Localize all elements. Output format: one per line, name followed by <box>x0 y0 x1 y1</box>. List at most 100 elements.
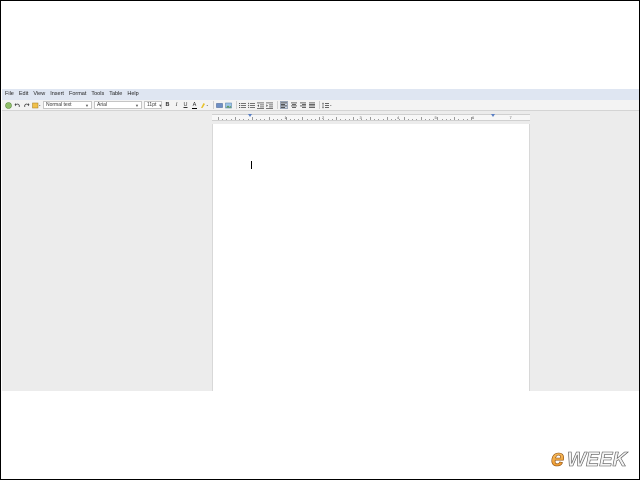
ruler-tick <box>424 118 426 120</box>
ruler-tick <box>336 117 338 120</box>
ruler-number: 4 <box>397 115 400 120</box>
menu-file[interactable]: File <box>5 89 14 100</box>
text-color-button[interactable]: A <box>191 101 198 109</box>
increase-indent-button[interactable] <box>266 101 273 109</box>
horizontal-ruler[interactable]: 1 2 3 4 5 6 7 <box>212 114 530 121</box>
ruler-tick <box>458 118 460 120</box>
ruler-tick <box>255 118 257 120</box>
print-button[interactable] <box>32 101 41 109</box>
line-spacing-icon <box>322 102 332 108</box>
decrease-indent-button[interactable] <box>257 101 264 109</box>
align-center-button[interactable] <box>290 101 297 109</box>
ruler-number: 3 <box>359 115 362 120</box>
ruler-tick <box>243 118 245 120</box>
chevron-down-icon: ▼ <box>135 102 139 108</box>
menu-view[interactable]: View <box>33 89 45 100</box>
text-cursor <box>251 161 252 169</box>
toolbar-separator <box>213 101 214 109</box>
ruler-tick <box>445 118 447 120</box>
ruler-tick <box>247 118 249 120</box>
ruler-tick <box>251 117 253 120</box>
menu-tools[interactable]: Tools <box>91 89 104 100</box>
bulleted-list-icon <box>248 102 255 108</box>
ruler-number: 2 <box>322 115 325 120</box>
font-size-select[interactable]: 11pt ▼ <box>144 101 162 109</box>
save-icon <box>5 101 12 109</box>
text-color-swatch <box>192 107 197 109</box>
ruler-tick <box>289 118 291 120</box>
bulleted-list-button[interactable] <box>248 101 255 109</box>
ruler-tick <box>462 118 464 120</box>
ruler-tick <box>390 118 392 120</box>
ruler-tick <box>386 117 388 120</box>
paragraph-style-select[interactable]: Normal text ▼ <box>43 101 92 109</box>
paragraph-style-value: Normal text <box>46 102 72 108</box>
ruler-tick <box>218 117 219 120</box>
highlight-color-button[interactable] <box>200 101 209 109</box>
right-indent-marker[interactable] <box>491 114 495 117</box>
menu-edit[interactable]: Edit <box>19 89 28 100</box>
menu-help[interactable]: Help <box>127 89 138 100</box>
ruler-tick <box>302 117 304 120</box>
line-spacing-button[interactable] <box>322 101 332 109</box>
ruler-tick <box>403 117 405 120</box>
image-icon <box>225 102 232 108</box>
toolbar-separator <box>277 101 278 109</box>
insert-link-button[interactable] <box>216 101 223 109</box>
ruler-tick <box>441 118 443 120</box>
ruler-tick <box>369 117 371 120</box>
menu-bar: File Edit View Insert Format Tools Table… <box>2 89 639 100</box>
numbered-list-button[interactable] <box>239 101 246 109</box>
menu-insert[interactable]: Insert <box>50 89 64 100</box>
ruler-tick <box>230 118 232 120</box>
indent-icon <box>266 102 273 109</box>
menu-format[interactable]: Format <box>69 89 86 100</box>
bold-button[interactable]: B <box>164 101 171 109</box>
undo-button[interactable] <box>14 101 21 109</box>
ruler-tick <box>340 118 342 120</box>
ruler-tick <box>365 118 367 120</box>
ruler-number: 6 <box>472 115 475 120</box>
document-page[interactable] <box>212 124 530 391</box>
link-icon <box>216 102 223 108</box>
redo-button[interactable] <box>23 101 30 109</box>
ruler-number: 7 <box>509 115 512 120</box>
align-left-icon <box>281 102 287 108</box>
ruler-number: 1 <box>284 115 287 120</box>
toolbar-separator <box>236 101 237 109</box>
align-right-button[interactable] <box>299 101 306 109</box>
font-size-value: 11pt <box>147 102 157 108</box>
print-icon <box>32 102 41 108</box>
ruler-tick <box>239 118 241 120</box>
ruler-tick <box>382 118 384 120</box>
menu-table[interactable]: Table <box>109 89 122 100</box>
ruler-tick <box>450 118 452 120</box>
italic-button[interactable]: I <box>173 101 180 109</box>
font-family-select[interactable]: Arial ▼ <box>94 101 142 109</box>
ruler-tick <box>277 118 279 120</box>
ruler-tick <box>281 118 283 120</box>
ruler-tick <box>310 118 312 120</box>
ruler-tick <box>378 118 380 120</box>
screenshot-frame: File Edit View Insert Format Tools Table… <box>1 1 639 479</box>
ruler-tick <box>344 118 346 120</box>
formatting-toolbar: Normal text ▼ Arial ▼ 11pt ▼ B I U A <box>2 100 639 111</box>
underline-button[interactable]: U <box>182 101 189 109</box>
insert-image-button[interactable] <box>225 101 232 109</box>
chevron-down-icon: ▼ <box>85 102 89 108</box>
chevron-down-icon: ▼ <box>158 102 163 108</box>
highlighter-icon <box>201 102 208 108</box>
save-button[interactable] <box>5 101 12 109</box>
svg-text:e: e <box>551 445 564 472</box>
redo-icon <box>24 102 30 107</box>
ruler-tick <box>234 117 236 120</box>
ruler-tick <box>331 118 333 120</box>
ruler-tick <box>416 118 418 120</box>
ruler-tick <box>348 118 350 120</box>
ruler-tick <box>454 117 456 120</box>
align-left-button[interactable] <box>280 101 288 109</box>
ruler-tick <box>420 117 422 120</box>
align-justify-button[interactable] <box>308 101 315 109</box>
align-right-icon <box>299 102 306 108</box>
numbered-list-icon <box>239 102 246 108</box>
